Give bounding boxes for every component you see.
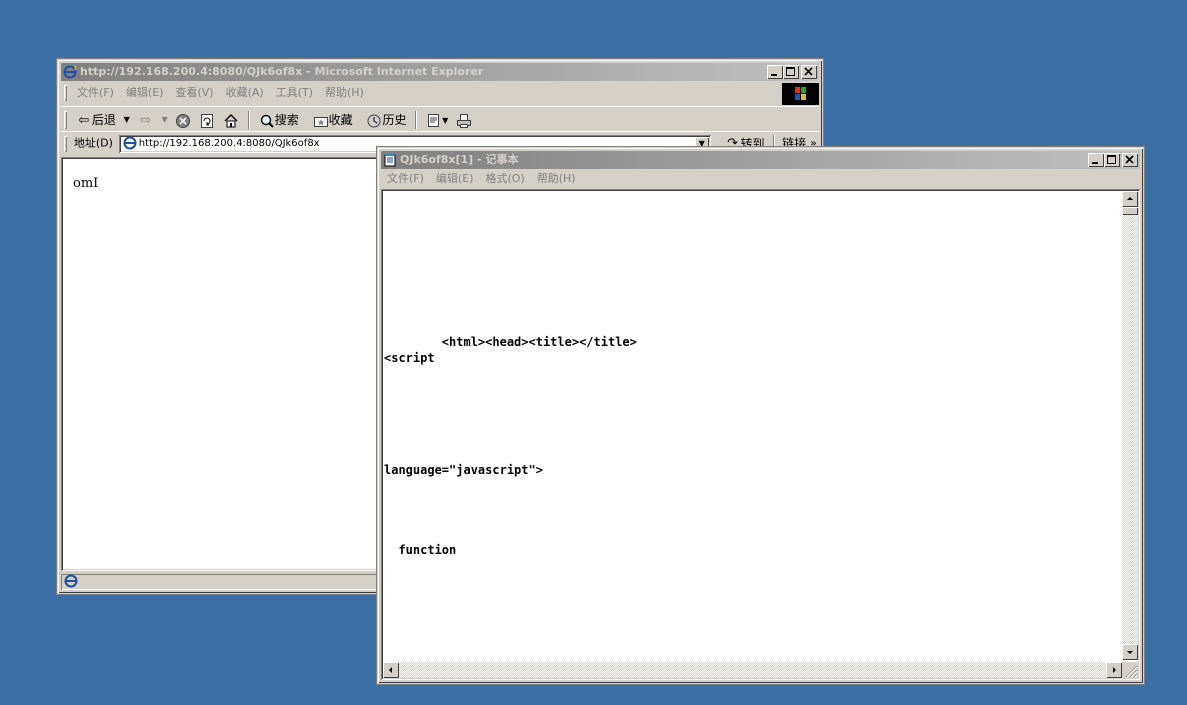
status-page-icon <box>63 574 79 590</box>
menu-favorites[interactable]: 收藏(A) <box>220 83 270 103</box>
minimize-button[interactable] <box>1088 153 1104 167</box>
resize-grip[interactable] <box>1122 662 1138 678</box>
notepad-text-area[interactable]: <html><head><title></title> <script lang… <box>381 189 1140 680</box>
maximize-button[interactable] <box>1104 153 1120 167</box>
desktop: { "ie": { "title": "http://192.168.200.4… <box>0 0 1187 705</box>
menu-format[interactable]: 格式(O) <box>479 170 530 188</box>
menu-file[interactable]: 文件(F) <box>71 83 120 103</box>
scroll-right-button[interactable] <box>1106 662 1122 678</box>
menu-tools[interactable]: 工具(T) <box>270 83 319 103</box>
notepad-window: QJk6of8x[1] - 记事本 文件(F) 编辑(E) 格式(O) 帮助(H) <… <box>377 147 1144 684</box>
menu-file[interactable]: 文件(F) <box>381 170 430 188</box>
horizontal-scrollbar[interactable] <box>383 662 1122 678</box>
text-line: <html><head><title></title> <box>384 335 637 349</box>
favorites-folder-icon <box>313 113 329 129</box>
menu-edit[interactable]: 编辑(E) <box>430 170 480 188</box>
ie-menu-bar: 文件(F) 编辑(E) 查看(V) 收藏(A) 工具(T) 帮助(H) <box>61 83 822 103</box>
search-icon <box>259 113 275 129</box>
history-label: 历史 <box>382 113 407 127</box>
toolbar-separator <box>415 111 418 129</box>
forward-button[interactable]: ⇨ <box>138 108 154 132</box>
home-icon <box>223 113 239 129</box>
mail-icon <box>426 112 442 128</box>
maximize-button[interactable] <box>783 65 799 79</box>
back-button[interactable]: ⇦ 后退 <box>76 108 116 132</box>
scroll-down-button[interactable] <box>1122 644 1138 660</box>
refresh-icon <box>199 113 215 129</box>
back-arrow-icon: ⇦ <box>78 112 90 128</box>
stop-button[interactable] <box>175 108 191 132</box>
menu-grip[interactable] <box>64 85 67 101</box>
forward-arrow-icon: ⇨ <box>140 112 152 128</box>
scroll-up-button[interactable] <box>1122 191 1138 207</box>
notepad-title-bar[interactable]: QJk6of8x[1] - 记事本 <box>381 151 1140 169</box>
notepad-title-text: QJk6of8x[1] - 记事本 <box>400 153 519 166</box>
search-label: 搜索 <box>274 113 299 127</box>
menu-help[interactable]: 帮助(H) <box>531 170 582 188</box>
back-dropdown[interactable]: ▼ <box>124 108 130 132</box>
address-text: http://192.168.200.4:8080/QJk6of8x <box>138 137 320 149</box>
favorites-label: 收藏 <box>328 113 353 127</box>
history-button[interactable]: 历史 <box>366 108 406 132</box>
ie-title-bar[interactable]: http://192.168.200.4:8080/QJk6of8x - Mic… <box>61 63 819 81</box>
address-label: 地址(D) <box>73 136 113 150</box>
refresh-button[interactable] <box>199 108 215 132</box>
vertical-scrollbar[interactable] <box>1122 191 1138 660</box>
favorites-button[interactable]: 收藏 <box>313 108 353 132</box>
scroll-thumb[interactable] <box>1122 207 1138 215</box>
ie-logo-icon <box>63 65 77 79</box>
scroll-left-button[interactable] <box>383 662 399 678</box>
arrow-up-icon <box>1127 197 1133 200</box>
text-line: language="javascript"> <box>384 463 543 477</box>
search-button[interactable]: 搜索 <box>259 108 299 132</box>
back-label: 后退 <box>91 113 116 127</box>
ie-title-text: http://192.168.200.4:8080/QJk6of8x - Mic… <box>80 65 484 78</box>
arrow-right-icon <box>1113 667 1116 673</box>
close-button[interactable] <box>801 65 817 79</box>
text-line: <script <box>384 351 435 365</box>
menu-edit[interactable]: 编辑(E) <box>120 83 170 103</box>
arrow-down-icon <box>1127 651 1133 654</box>
printer-icon <box>456 113 472 129</box>
ie-standard-toolbar: ⇦ 后退 ▼ ⇨ ▼ 搜索 收藏 历史 ▼ <box>61 106 819 131</box>
arrow-left-icon <box>389 667 392 673</box>
notepad-menu-bar: 文件(F) 编辑(E) 格式(O) 帮助(H) <box>381 170 1140 188</box>
resize-grip-icon <box>1125 665 1138 678</box>
page-icon <box>122 136 138 152</box>
history-icon <box>366 113 382 129</box>
text-line: function <box>384 543 457 557</box>
page-content-text: omI <box>73 176 99 191</box>
close-button[interactable] <box>1122 153 1138 167</box>
minimize-button[interactable] <box>767 65 783 79</box>
menu-help[interactable]: 帮助(H) <box>319 83 370 103</box>
mail-button[interactable]: ▼ <box>426 107 448 133</box>
ie-status-bar <box>61 574 381 590</box>
home-button[interactable] <box>223 108 239 132</box>
forward-dropdown[interactable]: ▼ <box>161 108 167 132</box>
toolbar-separator <box>247 111 250 129</box>
stop-icon <box>175 113 191 129</box>
notepad-icon <box>383 153 397 167</box>
print-button[interactable] <box>456 108 472 132</box>
notepad-content: <html><head><title></title> <script lang… <box>384 189 637 557</box>
menu-view[interactable]: 查看(V) <box>169 83 219 103</box>
windows-logo <box>782 83 819 105</box>
